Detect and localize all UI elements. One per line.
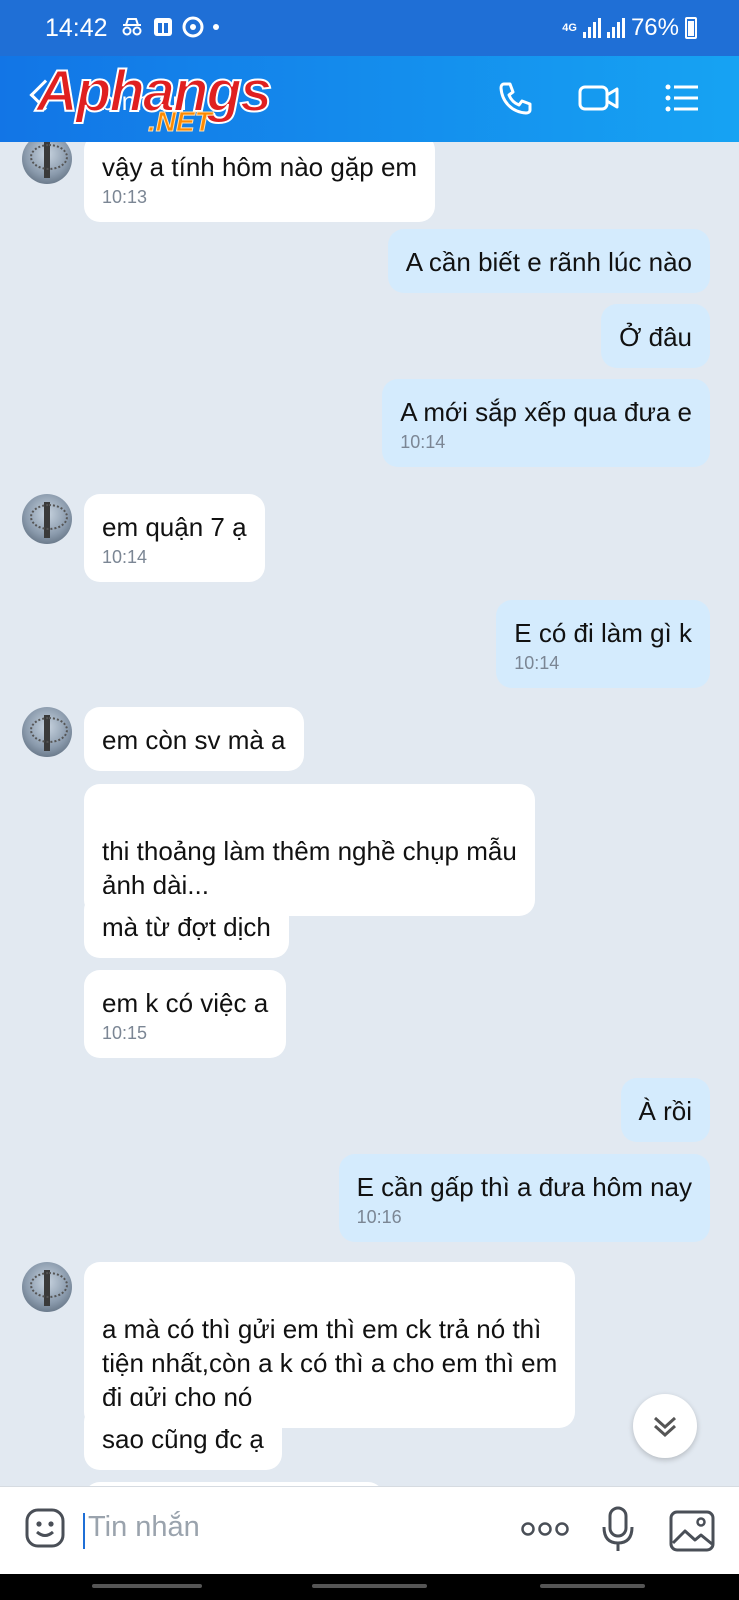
message-outgoing[interactable]: A cần biết e rãnh lúc nào <box>387 229 710 293</box>
message-text: thi thoảng làm thêm nghề chụp mẫu ảnh dà… <box>102 836 517 900</box>
system-nav-bar <box>0 1574 739 1600</box>
message-text: À rồi <box>638 1096 692 1126</box>
phone-call-icon[interactable] <box>494 76 538 120</box>
contact-avatar[interactable] <box>22 494 72 544</box>
contact-avatar[interactable] <box>22 1262 72 1312</box>
sticker-emoji-icon[interactable] <box>24 1507 66 1549</box>
message-outgoing[interactable]: Ở đâu <box>601 304 710 368</box>
message-text: A mới sắp xếp qua đưa e <box>400 397 692 427</box>
message-text: E cần gấp thì a đưa hôm nay <box>356 1172 692 1202</box>
contact-avatar[interactable] <box>22 142 72 184</box>
message-outgoing[interactable]: A mới sắp xếp qua đưa e 10:14 <box>382 379 710 467</box>
nav-home[interactable] <box>312 1584 427 1588</box>
message-text: A cần biết e rãnh lúc nào <box>405 247 692 277</box>
status-notification-icons <box>120 16 220 38</box>
message-time: 10:15 <box>102 1023 148 1043</box>
double-chevron-down-icon <box>653 1416 677 1438</box>
menu-list-icon[interactable] <box>660 76 704 120</box>
nav-recent[interactable] <box>92 1584 202 1588</box>
message-text: em quận 7 ạ <box>102 512 247 542</box>
message-incoming[interactable]: em còn sv mà a <box>84 707 304 771</box>
nav-back[interactable] <box>540 1584 645 1588</box>
message-text: em còn sv mà a <box>102 725 286 755</box>
watermark-logo: Aphangs .NET <box>35 58 273 138</box>
message-time: 10:14 <box>514 653 560 673</box>
incognito-icon <box>122 18 142 36</box>
battery-percent: 76% <box>630 14 679 41</box>
message-outgoing[interactable]: À rồi <box>620 1078 710 1142</box>
signal-icon-2 <box>606 18 625 38</box>
message-incoming[interactable]: mà từ đợt dịch <box>84 894 289 958</box>
scroll-to-bottom-button[interactable] <box>633 1394 697 1458</box>
dot-icon <box>213 24 219 30</box>
chat-header: bình an Aphangs .NET <box>0 56 739 142</box>
message-incoming[interactable]: vậy a tính hôm nào gặp em 10:13 <box>84 142 436 222</box>
network-type: 4G <box>562 21 577 34</box>
status-time: 14:42 <box>45 14 108 42</box>
message-text: sao cũng đc ạ <box>102 1424 264 1454</box>
message-text: em k có việc a <box>102 988 269 1018</box>
target-icon <box>182 16 204 38</box>
shop-icon <box>154 18 172 36</box>
message-text: mà từ đợt dịch <box>102 912 271 942</box>
message-time: 10:14 <box>400 432 446 452</box>
watermark-sub: .NET <box>148 106 213 138</box>
message-list[interactable]: vậy a tính hôm nào gặp em 10:13 A cần bi… <box>0 142 739 1486</box>
message-incoming[interactable]: sao cũng đc ạ <box>84 1406 282 1470</box>
message-text: E có đi làm gì k <box>514 618 692 648</box>
message-input[interactable]: Tin nhắn <box>88 1511 200 1544</box>
image-gallery-icon[interactable] <box>668 1509 716 1553</box>
message-time: 10:16 <box>356 1207 402 1227</box>
message-time: 10:14 <box>102 547 148 567</box>
more-options-icon[interactable] <box>520 1521 570 1537</box>
status-right: 4G 76% <box>562 14 697 42</box>
message-composer: Tin nhắn <box>0 1486 739 1574</box>
message-incoming[interactable]: em k có việc a 10:15 <box>84 970 287 1058</box>
message-text: vậy a tính hôm nào gặp em <box>102 152 418 182</box>
status-bar: 14:42 4G 76% <box>0 0 739 56</box>
signal-icon <box>582 18 601 38</box>
video-call-icon[interactable] <box>577 76 621 120</box>
text-cursor <box>83 1513 85 1549</box>
message-time: 10:13 <box>102 187 148 207</box>
message-incoming[interactable]: em quận 7 ạ 10:14 <box>84 494 265 582</box>
battery-icon <box>685 17 697 39</box>
message-text: Ở đâu <box>619 322 692 352</box>
message-outgoing[interactable]: E có đi làm gì k 10:14 <box>496 600 710 688</box>
message-incoming[interactable]: a mà có thì gửi em thì em ck trả nó thì … <box>84 1262 576 1428</box>
microphone-icon[interactable] <box>598 1505 638 1555</box>
contact-avatar[interactable] <box>22 707 72 757</box>
message-text: a mà có thì gửi em thì em ck trả nó thì … <box>102 1314 558 1412</box>
message-outgoing[interactable]: E cần gấp thì a đưa hôm nay 10:16 <box>338 1154 710 1242</box>
